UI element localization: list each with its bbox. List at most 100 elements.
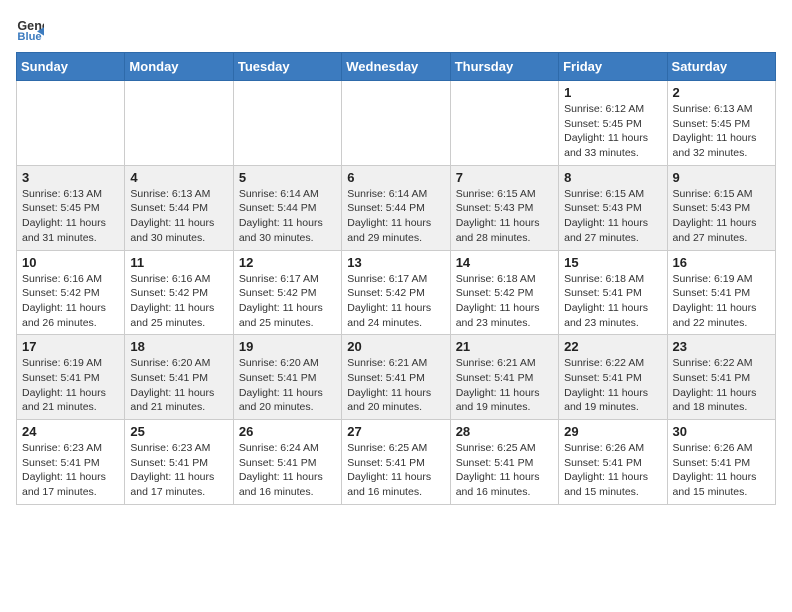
calendar-cell: 6Sunrise: 6:14 AM Sunset: 5:44 PM Daylig… — [342, 165, 450, 250]
day-number: 26 — [239, 424, 336, 439]
day-info: Sunrise: 6:21 AM Sunset: 5:41 PM Dayligh… — [347, 356, 444, 415]
calendar-cell: 11Sunrise: 6:16 AM Sunset: 5:42 PM Dayli… — [125, 250, 233, 335]
calendar-cell: 21Sunrise: 6:21 AM Sunset: 5:41 PM Dayli… — [450, 335, 558, 420]
week-row-3: 10 Sunrise: 6:16 AM Sunset: 5:42 PM Dayli… — [17, 250, 776, 335]
day-info: Sunrise: 6:23 AM Sunset: 5:41 PM Dayligh… — [130, 441, 227, 500]
day-info: Sunrise: 6:26 AM Sunset: 5:41 PM Dayligh… — [564, 441, 661, 500]
day-number: 12 — [239, 255, 336, 270]
day-header-monday: Monday — [125, 53, 233, 81]
day-number: 9 — [673, 170, 770, 185]
day-info: Sunrise: 6:24 AM Sunset: 5:41 PM Dayligh… — [239, 441, 336, 500]
day-info: Sunrise: 6:15 AM Sunset: 5:43 PM Dayligh… — [564, 187, 661, 246]
calendar-cell: 23 Sunrise: 6:22 AM Sunset: 5:41 PM Dayli… — [667, 335, 775, 420]
day-info: Sunrise: 6:13 AM Sunset: 5:45 PM Dayligh… — [22, 187, 119, 246]
day-info: Sunrise: 6:14 AM Sunset: 5:44 PM Dayligh… — [239, 187, 336, 246]
svg-text:Blue: Blue — [17, 31, 41, 43]
calendar-header-row: SundayMondayTuesdayWednesdayThursdayFrid… — [17, 53, 776, 81]
day-info: Sunrise: 6:20 AM Sunset: 5:41 PM Dayligh… — [239, 356, 336, 415]
day-number: 3 — [22, 170, 119, 185]
day-number: 18 — [130, 339, 227, 354]
week-row-1: 1 Sunrise: 6:12 AM Sunset: 5:45 PM Daylig… — [17, 81, 776, 166]
calendar-cell: 4 Sunrise: 6:13 AM Sunset: 5:44 PM Daylig… — [125, 165, 233, 250]
day-info: Sunrise: 6:18 AM Sunset: 5:41 PM Dayligh… — [564, 272, 661, 331]
day-header-thursday: Thursday — [450, 53, 558, 81]
day-info: Sunrise: 6:22 AM Sunset: 5:41 PM Dayligh… — [673, 356, 770, 415]
day-header-wednesday: Wednesday — [342, 53, 450, 81]
day-number: 5 — [239, 170, 336, 185]
day-number: 10 — [22, 255, 119, 270]
day-info: Sunrise: 6:22 AM Sunset: 5:41 PM Dayligh… — [564, 356, 661, 415]
calendar-cell: 30Sunrise: 6:26 AM Sunset: 5:41 PM Dayli… — [667, 420, 775, 505]
calendar-cell: 27 Sunrise: 6:25 AM Sunset: 5:41 PM Dayli… — [342, 420, 450, 505]
day-number: 27 — [347, 424, 444, 439]
day-number: 1 — [564, 85, 661, 100]
calendar-cell — [17, 81, 125, 166]
day-header-sunday: Sunday — [17, 53, 125, 81]
calendar-cell: 9 Sunrise: 6:15 AM Sunset: 5:43 PM Daylig… — [667, 165, 775, 250]
week-row-2: 3 Sunrise: 6:13 AM Sunset: 5:45 PM Daylig… — [17, 165, 776, 250]
day-number: 13 — [347, 255, 444, 270]
calendar-cell: 26 Sunrise: 6:24 AM Sunset: 5:41 PM Dayli… — [233, 420, 341, 505]
day-info: Sunrise: 6:20 AM Sunset: 5:41 PM Dayligh… — [130, 356, 227, 415]
day-info: Sunrise: 6:12 AM Sunset: 5:45 PM Dayligh… — [564, 102, 661, 161]
day-number: 2 — [673, 85, 770, 100]
calendar-cell: 15 Sunrise: 6:18 AM Sunset: 5:41 PM Dayli… — [559, 250, 667, 335]
day-number: 7 — [456, 170, 553, 185]
day-number: 8 — [564, 170, 661, 185]
calendar-cell — [233, 81, 341, 166]
calendar-cell: 22 Sunrise: 6:22 AM Sunset: 5:41 PM Dayli… — [559, 335, 667, 420]
day-number: 24 — [22, 424, 119, 439]
day-number: 11 — [130, 255, 227, 270]
day-number: 21 — [456, 339, 553, 354]
day-info: Sunrise: 6:13 AM Sunset: 5:44 PM Dayligh… — [130, 187, 227, 246]
day-number: 15 — [564, 255, 661, 270]
week-row-5: 24 Sunrise: 6:23 AM Sunset: 5:41 PM Dayli… — [17, 420, 776, 505]
calendar: SundayMondayTuesdayWednesdayThursdayFrid… — [16, 52, 776, 505]
calendar-cell: 7 Sunrise: 6:15 AM Sunset: 5:43 PM Daylig… — [450, 165, 558, 250]
day-info: Sunrise: 6:13 AM Sunset: 5:45 PM Dayligh… — [673, 102, 770, 161]
day-info: Sunrise: 6:17 AM Sunset: 5:42 PM Dayligh… — [239, 272, 336, 331]
day-header-saturday: Saturday — [667, 53, 775, 81]
calendar-cell: 20 Sunrise: 6:21 AM Sunset: 5:41 PM Dayli… — [342, 335, 450, 420]
calendar-cell: 16Sunrise: 6:19 AM Sunset: 5:41 PM Dayli… — [667, 250, 775, 335]
day-info: Sunrise: 6:16 AM Sunset: 5:42 PM Dayligh… — [22, 272, 119, 331]
calendar-cell: 19 Sunrise: 6:20 AM Sunset: 5:41 PM Dayli… — [233, 335, 341, 420]
day-number: 23 — [673, 339, 770, 354]
day-info: Sunrise: 6:15 AM Sunset: 5:43 PM Dayligh… — [673, 187, 770, 246]
day-info: Sunrise: 6:25 AM Sunset: 5:41 PM Dayligh… — [456, 441, 553, 500]
calendar-cell: 13 Sunrise: 6:17 AM Sunset: 5:42 PM Dayli… — [342, 250, 450, 335]
logo-icon: General Blue — [16, 16, 44, 44]
week-row-4: 17 Sunrise: 6:19 AM Sunset: 5:41 PM Dayli… — [17, 335, 776, 420]
calendar-cell: 3 Sunrise: 6:13 AM Sunset: 5:45 PM Daylig… — [17, 165, 125, 250]
day-info: Sunrise: 6:19 AM Sunset: 5:41 PM Dayligh… — [22, 356, 119, 415]
calendar-cell: 28Sunrise: 6:25 AM Sunset: 5:41 PM Dayli… — [450, 420, 558, 505]
calendar-cell: 29 Sunrise: 6:26 AM Sunset: 5:41 PM Dayli… — [559, 420, 667, 505]
day-number: 4 — [130, 170, 227, 185]
calendar-cell: 5 Sunrise: 6:14 AM Sunset: 5:44 PM Daylig… — [233, 165, 341, 250]
calendar-cell: 17 Sunrise: 6:19 AM Sunset: 5:41 PM Dayli… — [17, 335, 125, 420]
day-info: Sunrise: 6:25 AM Sunset: 5:41 PM Dayligh… — [347, 441, 444, 500]
calendar-cell: 1 Sunrise: 6:12 AM Sunset: 5:45 PM Daylig… — [559, 81, 667, 166]
day-number: 19 — [239, 339, 336, 354]
day-info: Sunrise: 6:26 AM Sunset: 5:41 PM Dayligh… — [673, 441, 770, 500]
calendar-cell: 8 Sunrise: 6:15 AM Sunset: 5:43 PM Daylig… — [559, 165, 667, 250]
calendar-cell — [342, 81, 450, 166]
day-number: 20 — [347, 339, 444, 354]
day-number: 22 — [564, 339, 661, 354]
day-header-tuesday: Tuesday — [233, 53, 341, 81]
day-info: Sunrise: 6:15 AM Sunset: 5:43 PM Dayligh… — [456, 187, 553, 246]
calendar-cell — [450, 81, 558, 166]
calendar-cell: 2 Sunrise: 6:13 AM Sunset: 5:45 PM Daylig… — [667, 81, 775, 166]
calendar-cell: 12 Sunrise: 6:17 AM Sunset: 5:42 PM Dayli… — [233, 250, 341, 335]
day-number: 17 — [22, 339, 119, 354]
day-header-friday: Friday — [559, 53, 667, 81]
day-info: Sunrise: 6:17 AM Sunset: 5:42 PM Dayligh… — [347, 272, 444, 331]
day-number: 6 — [347, 170, 444, 185]
calendar-cell: 14Sunrise: 6:18 AM Sunset: 5:42 PM Dayli… — [450, 250, 558, 335]
day-info: Sunrise: 6:18 AM Sunset: 5:42 PM Dayligh… — [456, 272, 553, 331]
day-number: 29 — [564, 424, 661, 439]
calendar-cell — [125, 81, 233, 166]
calendar-cell: 18 Sunrise: 6:20 AM Sunset: 5:41 PM Dayli… — [125, 335, 233, 420]
day-number: 16 — [673, 255, 770, 270]
calendar-cell: 25Sunrise: 6:23 AM Sunset: 5:41 PM Dayli… — [125, 420, 233, 505]
